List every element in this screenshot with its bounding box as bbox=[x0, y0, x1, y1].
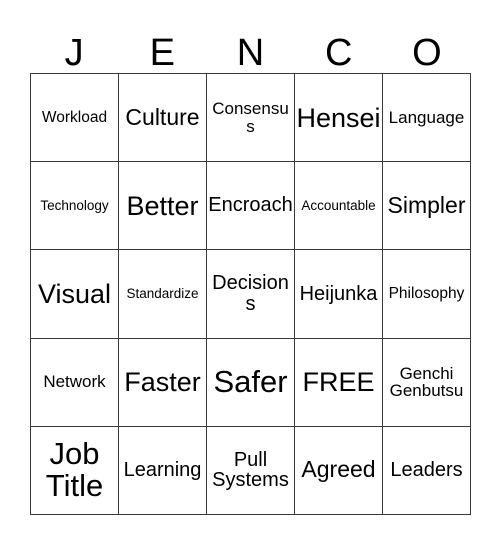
bingo-cell[interactable]: Better bbox=[119, 162, 207, 251]
bingo-cell[interactable]: Simpler bbox=[383, 162, 471, 251]
bingo-cell[interactable]: Workload bbox=[31, 74, 119, 163]
bingo-cell[interactable]: Agreed bbox=[295, 426, 383, 516]
bingo-card: J E N C O Workload Culture Consensus Hen… bbox=[0, 0, 500, 544]
bingo-cell[interactable]: Network bbox=[31, 338, 119, 427]
bingo-grid: Workload Culture Consensus Hensei Langua… bbox=[30, 73, 471, 516]
bingo-row: Job Title Learning Pull Systems Agreed L… bbox=[31, 426, 471, 516]
bingo-cell-label: Decisions bbox=[212, 272, 289, 315]
bingo-cell[interactable]: Consensus bbox=[207, 74, 295, 163]
bingo-cell[interactable]: Visual bbox=[31, 250, 119, 339]
bingo-cell-label: Pull Systems bbox=[212, 448, 289, 492]
bingo-cell[interactable]: Technology bbox=[31, 162, 119, 251]
bingo-cell[interactable]: Leaders bbox=[383, 426, 471, 516]
bingo-free-space[interactable]: FREE bbox=[295, 338, 383, 427]
bingo-cell[interactable]: Philosophy bbox=[383, 250, 471, 339]
bingo-cell-label: Hensei bbox=[296, 102, 381, 133]
bingo-row: Workload Culture Consensus Hensei Langua… bbox=[31, 74, 471, 163]
bingo-cell[interactable]: Genchi Genbutsu bbox=[383, 338, 471, 427]
bingo-cell[interactable]: Decisions bbox=[207, 250, 295, 339]
bingo-cell-label: Simpler bbox=[387, 191, 466, 218]
bingo-row: Network Faster Safer FREE Genchi Genbuts… bbox=[31, 338, 471, 427]
bingo-cell[interactable]: Standardize bbox=[119, 250, 207, 339]
bingo-cell-label: Culture bbox=[125, 103, 200, 130]
bingo-cell-label: Learning bbox=[123, 459, 202, 482]
bingo-cell[interactable]: Faster bbox=[119, 338, 207, 427]
bingo-cell-label: Encroach bbox=[208, 194, 293, 217]
bingo-cell-label: Better bbox=[126, 190, 199, 221]
bingo-cell-label: Consensus bbox=[212, 98, 289, 136]
bingo-cell-label: Accountable bbox=[301, 197, 376, 213]
bingo-cell-label: Heijunka bbox=[299, 282, 378, 305]
header-letter-e: E bbox=[149, 32, 175, 74]
header-letter-n: N bbox=[236, 32, 265, 74]
bingo-cell-label: Language bbox=[388, 107, 465, 127]
bingo-cell-label: Job Title bbox=[45, 436, 104, 504]
bingo-cell[interactable]: Accountable bbox=[295, 162, 383, 251]
bingo-cell[interactable]: Safer bbox=[207, 338, 295, 427]
bingo-cell[interactable]: Hensei bbox=[295, 74, 383, 163]
bingo-cell[interactable]: Language bbox=[383, 74, 471, 163]
header-letter-o: O bbox=[412, 32, 442, 74]
bingo-cell[interactable]: Encroach bbox=[207, 162, 295, 251]
bingo-cell-label: Visual bbox=[37, 278, 112, 309]
bingo-cell-label: Standardize bbox=[126, 285, 199, 301]
bingo-cell[interactable]: Heijunka bbox=[295, 250, 383, 339]
header-letter-c: C bbox=[324, 32, 353, 74]
bingo-cell-label: Philosophy bbox=[388, 284, 465, 302]
bingo-cell-label: Leaders bbox=[390, 459, 463, 482]
bingo-row: Visual Standardize Decisions Heijunka Ph… bbox=[31, 250, 471, 339]
bingo-cell-label: Technology bbox=[40, 197, 109, 213]
bingo-cell-label: Workload bbox=[41, 108, 108, 126]
bingo-cell-label: Network bbox=[43, 372, 106, 392]
bingo-row: Technology Better Encroach Accountable S… bbox=[31, 162, 471, 251]
bingo-cell-label: Faster bbox=[124, 367, 201, 398]
bingo-cell-label: Safer bbox=[213, 364, 288, 400]
bingo-cell[interactable]: Pull Systems bbox=[207, 426, 295, 516]
bingo-cell[interactable]: Learning bbox=[119, 426, 207, 516]
bingo-cell-label: Agreed bbox=[301, 456, 376, 483]
header-letter-j: J bbox=[64, 32, 84, 74]
bingo-cell[interactable]: Culture bbox=[119, 74, 207, 163]
bingo-header-letters: J E N C O bbox=[30, 23, 471, 73]
bingo-cell-label: Genchi Genbutsu bbox=[389, 363, 464, 401]
bingo-cell[interactable]: Job Title bbox=[31, 426, 119, 516]
bingo-cell-label: FREE bbox=[302, 367, 375, 398]
